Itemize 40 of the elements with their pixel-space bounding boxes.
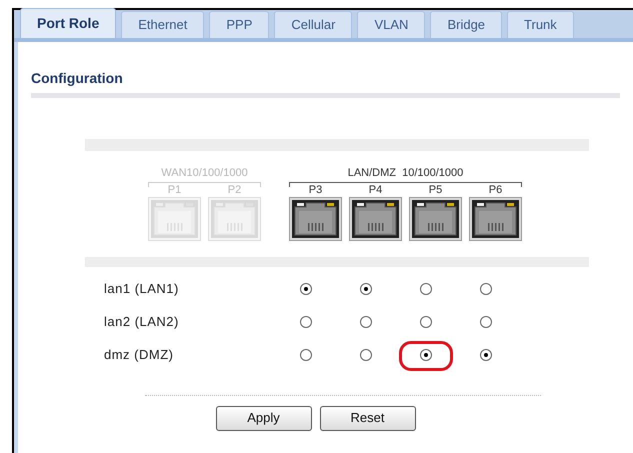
role-label: lan1 (LAN1) bbox=[104, 280, 180, 298]
ethernet-port-icon bbox=[208, 196, 261, 240]
section-title: Configuration bbox=[31, 69, 123, 88]
radio-button[interactable] bbox=[420, 348, 432, 360]
port-group-label: LAN/DMZ 10/100/1000 bbox=[346, 166, 464, 181]
ethernet-port-icon bbox=[289, 196, 342, 240]
role-label: dmz (DMZ) bbox=[104, 346, 174, 364]
action-button[interactable]: Apply bbox=[216, 406, 312, 430]
radio-button[interactable] bbox=[360, 316, 372, 328]
ethernet-port-icon bbox=[409, 196, 462, 240]
radio-button[interactable] bbox=[420, 282, 432, 294]
highlight-ring bbox=[399, 340, 453, 370]
ethernet-port-icon bbox=[469, 196, 522, 240]
ethernet-port-icon bbox=[349, 196, 402, 240]
radio-button[interactable] bbox=[300, 348, 312, 360]
port-label: P3 bbox=[308, 184, 322, 196]
tab[interactable]: Ethernet bbox=[121, 11, 204, 38]
radio-button[interactable] bbox=[300, 282, 312, 294]
tab[interactable]: PPP bbox=[209, 11, 270, 38]
action-button[interactable]: Reset bbox=[320, 406, 416, 430]
radio-button[interactable] bbox=[480, 348, 492, 360]
radio-button[interactable] bbox=[360, 282, 372, 294]
radio-button[interactable] bbox=[480, 316, 492, 328]
port-label: P4 bbox=[368, 184, 382, 196]
port-label: P2 bbox=[228, 184, 242, 196]
radio-button[interactable] bbox=[360, 348, 372, 360]
port-label: P5 bbox=[428, 184, 442, 196]
radio-button[interactable] bbox=[300, 316, 312, 328]
tab[interactable]: Trunk bbox=[507, 11, 574, 38]
radio-button[interactable] bbox=[420, 316, 432, 328]
tab[interactable]: Port Role bbox=[20, 8, 116, 38]
ethernet-port-icon bbox=[148, 196, 201, 240]
radio-button[interactable] bbox=[480, 282, 492, 294]
port-group-label: WAN10/100/1000 bbox=[160, 166, 249, 181]
tab[interactable]: VLAN bbox=[357, 11, 426, 38]
tab[interactable]: Cellular bbox=[274, 11, 352, 38]
port-label: P1 bbox=[168, 184, 182, 196]
port-label: P6 bbox=[488, 184, 502, 196]
tab[interactable]: Bridge bbox=[430, 11, 502, 38]
role-label: lan2 (LAN2) bbox=[104, 312, 180, 331]
